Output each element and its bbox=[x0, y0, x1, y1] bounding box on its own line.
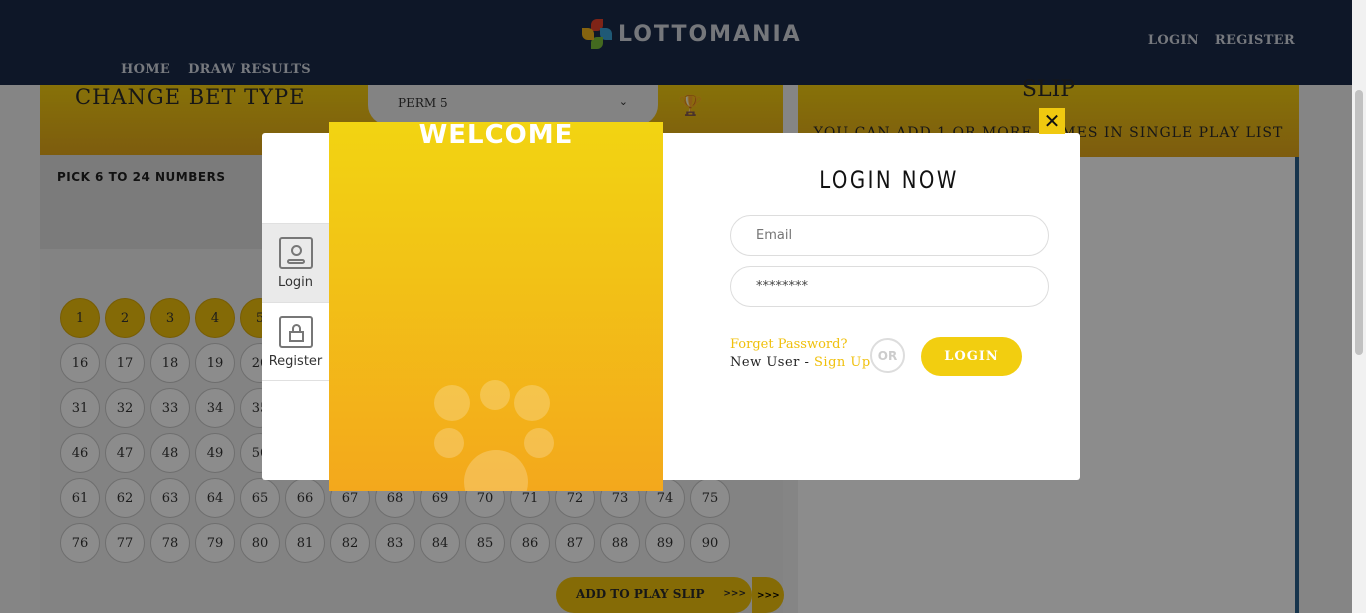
new-user-text: New User - Sign Up bbox=[730, 355, 871, 370]
new-user-label: New User - bbox=[730, 355, 815, 370]
page-scrollbar[interactable] bbox=[1352, 0, 1366, 613]
tab-login[interactable]: Login bbox=[262, 223, 329, 302]
password-field[interactable] bbox=[730, 266, 1049, 307]
scroll-thumb[interactable] bbox=[1355, 90, 1363, 355]
register-lock-icon bbox=[278, 316, 313, 348]
welcome-title: WELCOME bbox=[418, 122, 574, 150]
sign-up-link[interactable]: Sign Up bbox=[814, 355, 871, 370]
or-divider: OR bbox=[870, 338, 905, 373]
welcome-panel: WELCOME bbox=[329, 122, 663, 491]
user-profile-icon bbox=[278, 237, 313, 269]
close-icon[interactable]: ✕ bbox=[1039, 108, 1065, 134]
forgot-password-link[interactable]: Forget Password? bbox=[730, 337, 847, 352]
login-title: LOGIN NOW bbox=[819, 166, 959, 194]
tab-register[interactable]: Register bbox=[262, 302, 329, 381]
flower-watermark-icon bbox=[434, 380, 564, 491]
email-field[interactable] bbox=[730, 215, 1049, 256]
login-button[interactable]: LOGIN bbox=[921, 337, 1022, 376]
tab-login-label: Login bbox=[277, 275, 314, 290]
tab-register-label: Register bbox=[268, 354, 323, 369]
